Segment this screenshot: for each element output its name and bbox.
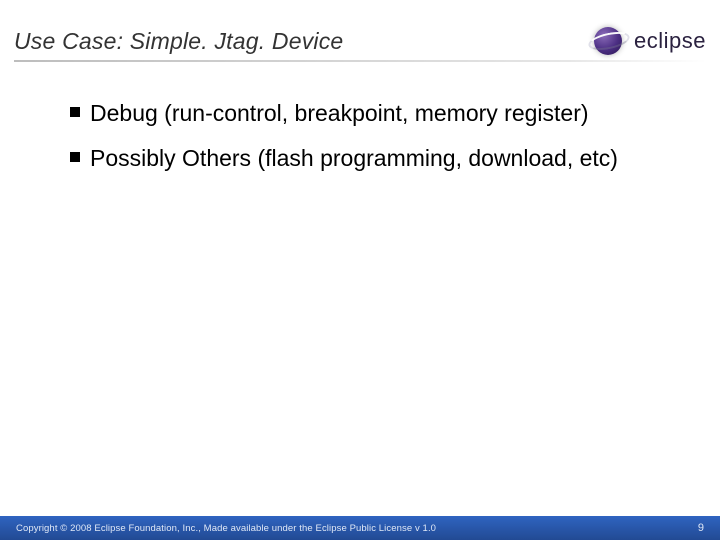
footer-bar: Copyright © 2008 Eclipse Foundation, Inc… xyxy=(0,516,720,540)
eclipse-orb-icon xyxy=(590,23,626,59)
bullet-item: Possibly Others (flash programming, down… xyxy=(70,143,660,174)
footer-copyright: Copyright © 2008 Eclipse Foundation, Inc… xyxy=(16,523,436,534)
bullet-item: Debug (run-control, breakpoint, memory r… xyxy=(70,98,660,129)
slide-title: Use Case: Simple. Jtag. Device xyxy=(14,28,343,55)
bullet-text: Debug (run-control, breakpoint, memory r… xyxy=(90,98,589,129)
bullet-marker-icon xyxy=(70,107,80,117)
slide: Use Case: Simple. Jtag. Device eclipse D… xyxy=(0,0,720,540)
bullet-marker-icon xyxy=(70,152,80,162)
title-divider xyxy=(14,60,706,62)
bullet-text: Possibly Others (flash programming, down… xyxy=(90,143,618,174)
page-number: 9 xyxy=(698,522,704,534)
eclipse-logo: eclipse xyxy=(566,21,706,61)
title-bar: Use Case: Simple. Jtag. Device eclipse xyxy=(14,22,706,60)
slide-body: Debug (run-control, breakpoint, memory r… xyxy=(70,98,660,188)
eclipse-logo-text: eclipse xyxy=(634,28,706,54)
